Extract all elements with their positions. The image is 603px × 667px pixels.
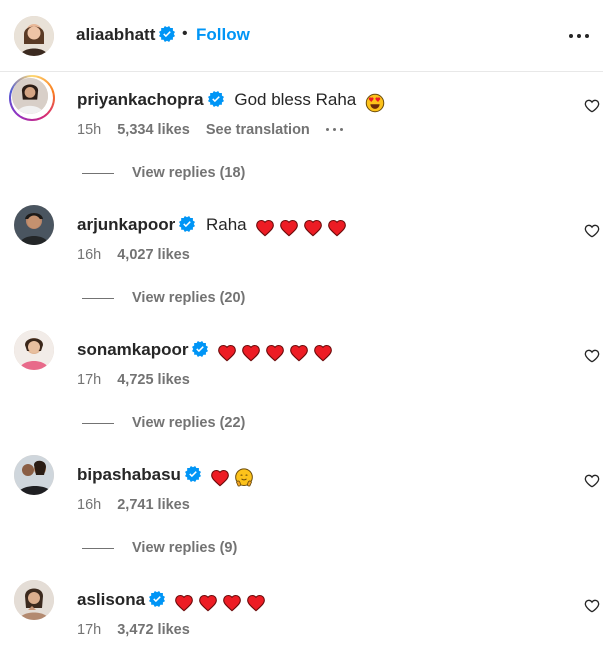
red-heart-icon bbox=[289, 343, 309, 363]
red-heart-icon bbox=[174, 593, 194, 613]
commenter-avatar[interactable] bbox=[14, 330, 54, 370]
comment-username[interactable]: priyankachopra bbox=[77, 90, 204, 109]
red-heart-icon bbox=[217, 343, 237, 363]
like-heart-icon[interactable] bbox=[584, 98, 600, 114]
verified-icon bbox=[159, 26, 175, 42]
comment-meta: 16h 2,741 likes bbox=[77, 497, 190, 513]
comment-likes[interactable]: 3,472 likes bbox=[117, 622, 190, 638]
comment-meta: 16h 4,027 likes bbox=[77, 247, 190, 263]
verified-icon bbox=[149, 591, 165, 607]
comment-emojis bbox=[174, 593, 270, 613]
comment-text: Raha bbox=[205, 215, 247, 234]
verified-icon bbox=[185, 466, 201, 482]
comment-options-icon[interactable] bbox=[325, 125, 346, 135]
view-replies-button[interactable]: View replies (20) bbox=[82, 290, 245, 306]
comment-line: bipashabasu bbox=[77, 465, 258, 488]
see-translation-button[interactable]: See translation bbox=[206, 122, 310, 138]
comment-line: aslisona bbox=[77, 590, 270, 613]
red-heart-icon bbox=[241, 343, 261, 363]
view-replies-button[interactable]: View replies (22) bbox=[82, 415, 245, 431]
comment-time[interactable]: 17h bbox=[77, 372, 101, 388]
like-heart-icon[interactable] bbox=[584, 223, 600, 239]
owner-avatar[interactable] bbox=[14, 16, 54, 56]
comment-time[interactable]: 16h bbox=[77, 497, 101, 513]
heart-eyes-emoji-icon bbox=[365, 93, 385, 113]
comment-time[interactable]: 16h bbox=[77, 247, 101, 263]
red-heart-icon bbox=[246, 593, 266, 613]
comment-likes[interactable]: 4,027 likes bbox=[117, 247, 190, 263]
comment-line: sonamkapoor bbox=[77, 340, 337, 363]
post-header: aliaabhatt • Follow bbox=[0, 0, 603, 72]
hugging-face-emoji-icon bbox=[234, 468, 254, 488]
comment-time[interactable]: 15h bbox=[77, 122, 101, 138]
red-heart-icon bbox=[279, 218, 299, 238]
red-heart-icon bbox=[265, 343, 285, 363]
commenter-avatar[interactable] bbox=[14, 580, 54, 620]
commenter-avatar[interactable] bbox=[12, 78, 48, 114]
comment-username[interactable]: sonamkapoor bbox=[77, 340, 188, 359]
comment-username[interactable]: arjunkapoor bbox=[77, 215, 175, 234]
red-heart-icon bbox=[327, 218, 347, 238]
comment-line: arjunkapoor Raha bbox=[77, 215, 351, 238]
commenter-avatar[interactable] bbox=[14, 205, 54, 245]
comment-username[interactable]: aslisona bbox=[77, 590, 145, 609]
comment-meta: 15h 5,334 likes See translation bbox=[77, 122, 346, 138]
view-replies-button[interactable]: View replies (9) bbox=[82, 540, 237, 556]
replies-rule bbox=[82, 172, 114, 174]
verified-icon bbox=[192, 341, 208, 357]
comment-time[interactable]: 17h bbox=[77, 622, 101, 638]
like-heart-icon[interactable] bbox=[584, 473, 600, 489]
comment-emojis bbox=[255, 218, 351, 238]
more-options-icon[interactable] bbox=[569, 26, 593, 46]
comment-emojis bbox=[365, 93, 389, 113]
replies-rule bbox=[82, 547, 114, 549]
comment-likes[interactable]: 4,725 likes bbox=[117, 372, 190, 388]
comment-line: priyankachopra God bless Raha bbox=[77, 90, 389, 113]
story-ring[interactable] bbox=[9, 75, 55, 121]
red-heart-icon bbox=[303, 218, 323, 238]
view-replies-button[interactable]: View replies (18) bbox=[82, 165, 245, 181]
red-heart-icon bbox=[313, 343, 333, 363]
comment-emojis bbox=[217, 343, 337, 363]
comment-meta: 17h 4,725 likes bbox=[77, 372, 190, 388]
replies-rule bbox=[82, 422, 114, 424]
comment-username[interactable]: bipashabasu bbox=[77, 465, 181, 484]
comment-meta: 17h 3,472 likes bbox=[77, 622, 190, 638]
like-heart-icon[interactable] bbox=[584, 598, 600, 614]
verified-icon bbox=[179, 216, 195, 232]
separator-dot: • bbox=[182, 25, 188, 42]
comment-likes[interactable]: 5,334 likes bbox=[117, 122, 190, 138]
commenter-avatar[interactable] bbox=[14, 455, 54, 495]
follow-button[interactable]: Follow bbox=[196, 25, 250, 45]
red-heart-icon bbox=[210, 468, 230, 488]
red-heart-icon bbox=[255, 218, 275, 238]
owner-username[interactable]: aliaabhatt bbox=[76, 25, 175, 45]
red-heart-icon bbox=[198, 593, 218, 613]
comment-emojis bbox=[210, 468, 258, 488]
verified-icon bbox=[208, 91, 224, 107]
red-heart-icon bbox=[222, 593, 242, 613]
like-heart-icon[interactable] bbox=[584, 348, 600, 364]
replies-rule bbox=[82, 297, 114, 299]
comment-likes[interactable]: 2,741 likes bbox=[117, 497, 190, 513]
comment-text: God bless Raha bbox=[234, 90, 357, 109]
